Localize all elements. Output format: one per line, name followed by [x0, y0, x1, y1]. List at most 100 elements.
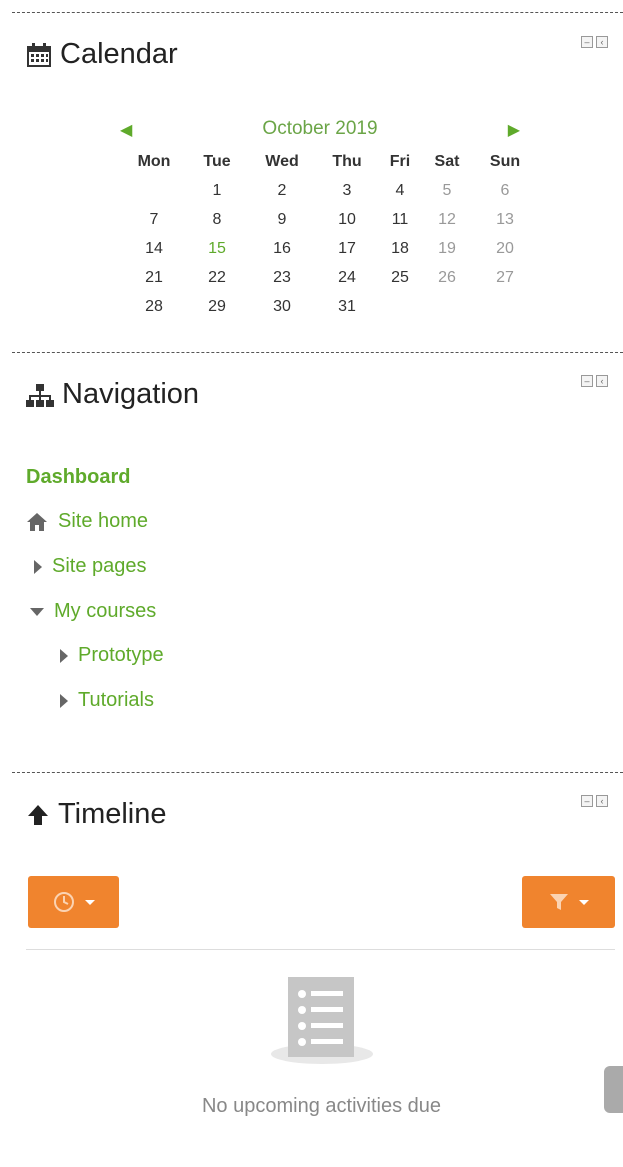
calendar-day[interactable]: 6 [474, 176, 536, 205]
calendar-day [474, 292, 536, 321]
calendar-day[interactable]: 26 [420, 263, 474, 292]
chevron-down-icon [578, 899, 589, 905]
calendar-day [124, 176, 184, 205]
calendar-day[interactable]: 31 [314, 292, 380, 321]
nav-item-label: My courses [54, 600, 157, 622]
dock-icon[interactable]: ‹ [596, 795, 608, 807]
navigation-title: Navigation [26, 378, 199, 411]
calendar-day[interactable]: 10 [314, 205, 380, 234]
timeline-title-text: Timeline [58, 798, 167, 830]
calendar-day[interactable]: 8 [184, 205, 250, 234]
scroll-handle[interactable] [604, 1066, 623, 1113]
calendar-day[interactable]: 24 [314, 263, 380, 292]
calendar-day[interactable]: 17 [314, 234, 380, 263]
calendar-title-text: Calendar [60, 38, 178, 70]
calendar-day[interactable]: 27 [474, 263, 536, 292]
calendar-day[interactable]: 16 [250, 234, 314, 263]
calendar-day[interactable]: 3 [314, 176, 380, 205]
sort-dropdown-button[interactable] [28, 876, 119, 928]
calendar-week: 7 8 9 10 11 12 13 [124, 205, 536, 234]
weekday-header: Sun [489, 152, 521, 170]
calendar-day[interactable]: 12 [420, 205, 474, 234]
calendar-day[interactable]: 1 [184, 176, 250, 205]
calendar-day[interactable]: 29 [184, 292, 250, 321]
nav-item-label: Site pages [52, 555, 147, 577]
calendar-day[interactable]: 30 [250, 292, 314, 321]
calendar-day[interactable]: 20 [474, 234, 536, 263]
empty-list-icon [271, 977, 373, 1064]
block-controls: – ‹ [581, 375, 608, 387]
nav-item-site-home[interactable]: Site home [26, 510, 148, 533]
calendar-icon [27, 42, 51, 67]
minimize-icon[interactable]: – [581, 36, 593, 48]
chevron-down-icon [84, 899, 95, 905]
clock-icon [53, 892, 74, 912]
block-separator [12, 772, 623, 773]
timeline-title: Timeline [26, 798, 167, 831]
calendar-day-today[interactable]: 15 [184, 234, 250, 263]
calendar-month[interactable]: October 2019 [120, 118, 520, 140]
calendar-day[interactable]: 28 [124, 292, 184, 321]
nav-item-tutorials[interactable]: Tutorials [60, 689, 154, 712]
arrow-up-icon [28, 804, 48, 825]
dock-icon[interactable]: ‹ [596, 375, 608, 387]
block-controls: – ‹ [581, 795, 608, 807]
calendar-day[interactable]: 25 [380, 263, 420, 292]
calendar-grid: Mon Tue Wed Thu Fri Sat Sun 1 2 3 4 5 6 … [124, 147, 536, 321]
calendar-header: ◀ October 2019 ▶ [120, 118, 520, 142]
calendar-week: 28 29 30 31 [124, 292, 536, 321]
calendar-block: – ‹ Calendar ◀ October 2019 ▶ Mon Tue We… [0, 0, 623, 350]
calendar-day[interactable]: 22 [184, 263, 250, 292]
calendar-day [420, 292, 474, 321]
calendar-day[interactable]: 19 [420, 234, 474, 263]
calendar-day[interactable]: 2 [250, 176, 314, 205]
weekday-header: Tue [203, 152, 231, 170]
navigation-block: – ‹ Navigation Dashboard Site home Site … [0, 340, 623, 770]
empty-state-message: No upcoming activities due [201, 1095, 441, 1117]
nav-item-my-courses[interactable]: My courses [30, 600, 156, 623]
sitemap-icon [26, 383, 54, 407]
nav-item-dashboard[interactable]: Dashboard [26, 466, 130, 489]
calendar-day[interactable]: 13 [474, 205, 536, 234]
block-controls: – ‹ [581, 36, 608, 48]
minimize-icon[interactable]: – [581, 375, 593, 387]
block-separator [12, 12, 623, 13]
calendar-day[interactable]: 23 [250, 263, 314, 292]
calendar-day[interactable]: 9 [250, 205, 314, 234]
weekday-row: Mon Tue Wed Thu Fri Sat Sun [124, 147, 536, 176]
nav-item-label: Tutorials [78, 689, 154, 711]
block-separator [12, 352, 623, 353]
next-month-icon[interactable]: ▶ [508, 120, 520, 140]
minimize-icon[interactable]: – [581, 795, 593, 807]
filter-icon [549, 894, 568, 910]
calendar-day [380, 292, 420, 321]
calendar-week: 21 22 23 24 25 26 27 [124, 263, 536, 292]
calendar-day[interactable]: 18 [380, 234, 420, 263]
weekday-header: Thu [332, 152, 362, 170]
filter-dropdown-button[interactable] [522, 876, 615, 928]
nav-item-label: Dashboard [26, 466, 131, 488]
calendar-day[interactable]: 21 [124, 263, 184, 292]
home-icon [27, 512, 47, 531]
weekday-header: Fri [389, 152, 411, 170]
expand-icon [60, 648, 68, 663]
timeline-divider [26, 949, 615, 950]
calendar-day[interactable]: 7 [124, 205, 184, 234]
dock-icon[interactable]: ‹ [596, 36, 608, 48]
nav-item-label: Site home [58, 510, 149, 532]
expand-icon [34, 559, 42, 574]
calendar-day[interactable]: 5 [420, 176, 474, 205]
weekday-header: Sat [434, 152, 460, 170]
nav-item-prototype[interactable]: Prototype [60, 644, 164, 667]
calendar-week: 1 2 3 4 5 6 [124, 176, 536, 205]
calendar-day[interactable]: 14 [124, 234, 184, 263]
calendar-week: 14 15 16 17 18 19 20 [124, 234, 536, 263]
expand-icon [60, 693, 68, 708]
calendar-day[interactable]: 11 [380, 205, 420, 234]
nav-item-site-pages[interactable]: Site pages [34, 555, 147, 578]
nav-item-label: Prototype [78, 644, 164, 666]
timeline-block: – ‹ Timeline No upcoming activities due [0, 760, 623, 1167]
calendar-title: Calendar [26, 38, 178, 71]
navigation-title-text: Navigation [62, 378, 200, 410]
calendar-day[interactable]: 4 [380, 176, 420, 205]
